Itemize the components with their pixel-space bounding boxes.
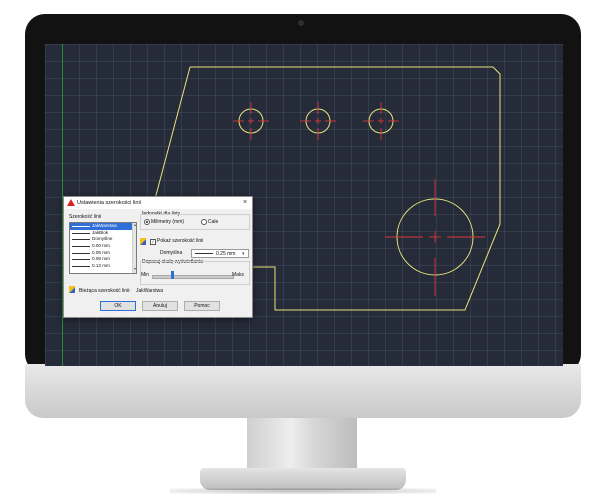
list-scrollbar[interactable]: ▲ ▼ [132, 223, 136, 273]
scroll-down-icon[interactable]: ▼ [133, 267, 136, 271]
lineweight-label: 0.00 mm [92, 243, 110, 249]
lineweight-label: 0.09 mm [92, 256, 110, 262]
lineweights-label: Szerokość linii [69, 214, 101, 220]
scale-max-label: Maks [232, 272, 244, 278]
lineweight-label: 0.13 mm [92, 263, 110, 269]
monitor-stand-foot [200, 468, 406, 490]
camera-icon [298, 20, 304, 26]
current-lineweight-label: Bieżąca szerokość linii: [79, 288, 131, 294]
lineweight-sample [72, 266, 90, 268]
lineweights-items: JakWarstwa JakBlok Domyślne 0.00 mm 0.05 mm 0… [70, 223, 136, 270]
lineweight-label: JakBlok [92, 229, 109, 235]
scale-slider[interactable] [152, 275, 234, 279]
current-pen-icon [69, 286, 75, 293]
lineweight-item[interactable]: JakBlok [70, 230, 136, 237]
cancel-button[interactable]: Anuluj [142, 301, 178, 311]
lineweight-label: Domyślne [92, 236, 113, 242]
unit-in-radio[interactable] [201, 219, 207, 225]
lineweight-sample [72, 226, 90, 227]
lineweight-item[interactable]: 0.05 mm [70, 250, 136, 257]
lineweight-sample [72, 252, 90, 254]
lineweight-item[interactable]: Domyślne [70, 236, 136, 243]
lineweight-sample [72, 259, 90, 261]
default-label: Domyślna [160, 250, 183, 256]
close-icon[interactable]: × [240, 198, 250, 208]
scroll-up-icon[interactable]: ▲ [133, 223, 136, 227]
chevron-down-icon: ▾ [242, 250, 245, 257]
current-lineweight-value: JakWarstwa [136, 288, 164, 294]
lineweight-item[interactable]: 0.09 mm [70, 256, 136, 263]
lineweight-sample [72, 232, 90, 234]
scale-slider-thumb[interactable] [170, 271, 174, 279]
lineweight-item[interactable]: 0.13 mm [70, 263, 136, 270]
unit-mm-label: Milimetry (mm) [151, 219, 185, 225]
pen-icon [140, 238, 146, 245]
show-lineweight-checkbox[interactable]: ✓ [150, 239, 156, 245]
unit-mm-radio[interactable] [144, 219, 150, 225]
lineweights-list[interactable]: JakWarstwa JakBlok Domyślne 0.00 mm 0.05 mm 0… [69, 222, 137, 274]
lineweight-label: JakWarstwa [92, 223, 117, 228]
dialog-title: Ustawienia szerokości linii [77, 200, 141, 206]
monitor-stand-neck [247, 418, 357, 470]
default-value: 0.25 mm [216, 250, 236, 257]
combo-line-sample [195, 253, 213, 254]
unit-in-label: Cale [208, 219, 219, 225]
lineweight-label: 0.05 mm [92, 249, 110, 255]
lineweight-sample [72, 246, 90, 248]
monitor-chin [25, 364, 581, 418]
show-lineweight-label: Pokaż szerokość linii [157, 238, 204, 244]
stand-shadow [170, 488, 436, 494]
lineweight-sample [72, 239, 90, 241]
default-lineweight-select[interactable]: 0.25 mm ▾ [191, 249, 249, 258]
lineweight-item[interactable]: JakWarstwa [70, 223, 136, 230]
autocad-logo-icon [67, 199, 75, 206]
scale-min-label: Min [141, 272, 150, 278]
ok-button[interactable]: OK [100, 301, 136, 311]
lineweight-settings-dialog: Ustawienia szerokości linii × Szerokość … [63, 196, 253, 318]
lineweight-item[interactable]: 0.00 mm [70, 243, 136, 250]
help-button[interactable]: Pomoc [184, 301, 220, 311]
dialog-titlebar[interactable]: Ustawienia szerokości linii × [64, 197, 252, 209]
